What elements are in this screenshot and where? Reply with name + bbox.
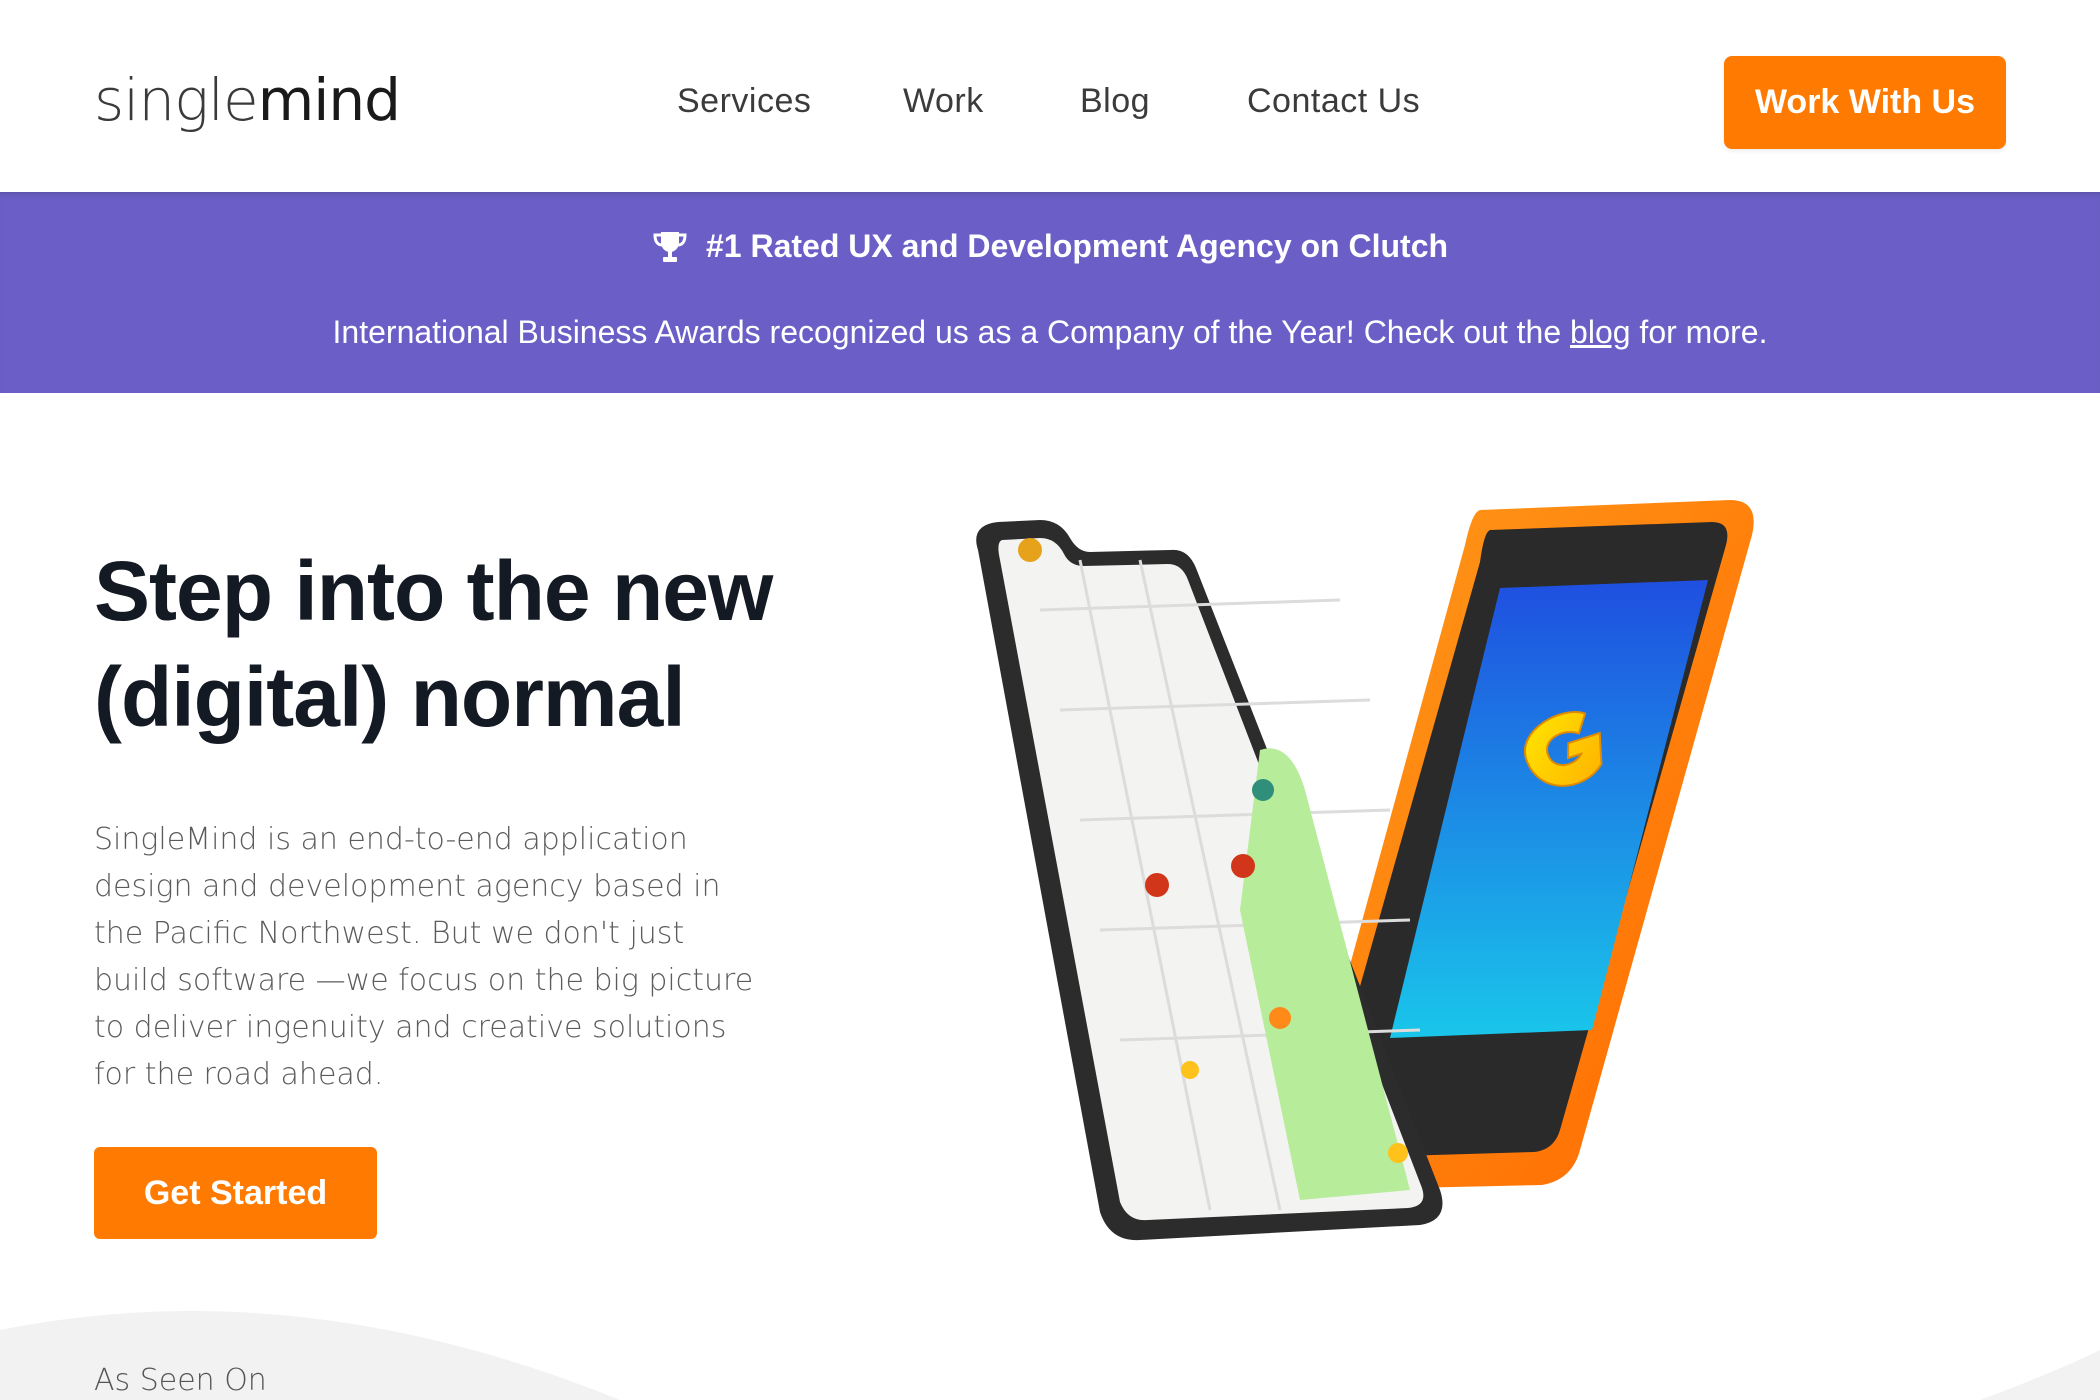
- section-divider-curve: [0, 1311, 2100, 1400]
- banner-text-after-link: for more.: [1630, 314, 1768, 350]
- nav-item-services[interactable]: Services: [677, 82, 811, 121]
- get-started-button[interactable]: Get Started: [94, 1147, 377, 1239]
- nav-item-contact-us[interactable]: Contact Us: [1247, 82, 1420, 121]
- banner-subtext: International Business Awards recognized…: [0, 314, 2100, 351]
- hero-description: SingleMind is an end-to-end application …: [94, 822, 754, 1092]
- logo[interactable]: singlemind: [94, 66, 401, 134]
- announcement-banner: [0, 192, 2100, 393]
- hero-title-line2: (digital) normal: [94, 650, 686, 744]
- work-with-us-button[interactable]: Work With Us: [1724, 56, 2006, 149]
- hero-title-line1: Step into the new: [94, 544, 773, 638]
- nav-item-blog[interactable]: Blog: [1080, 82, 1150, 121]
- banner-headline-row: #1 Rated UX and Development Agency on Cl…: [0, 228, 2100, 265]
- logo-part-single: single: [94, 66, 259, 134]
- banner-text-before-link: International Business Awards recognized…: [332, 314, 1571, 350]
- phones-illustration: [976, 500, 1754, 1241]
- trophy-icon: [653, 231, 687, 262]
- logo-part-mind: mind: [257, 66, 401, 134]
- site-header: singlemind Services Work Blog Contact Us…: [0, 0, 2100, 192]
- nav-item-work[interactable]: Work: [903, 82, 984, 121]
- as-seen-on-heading: As Seen On: [94, 1363, 267, 1398]
- banner-headline: #1 Rated UX and Development Agency on Cl…: [705, 228, 1449, 264]
- banner-blog-link[interactable]: blog: [1570, 314, 1631, 350]
- hero-title: Step into the new (digital) normal: [94, 538, 794, 750]
- dark-phone: [976, 520, 1443, 1241]
